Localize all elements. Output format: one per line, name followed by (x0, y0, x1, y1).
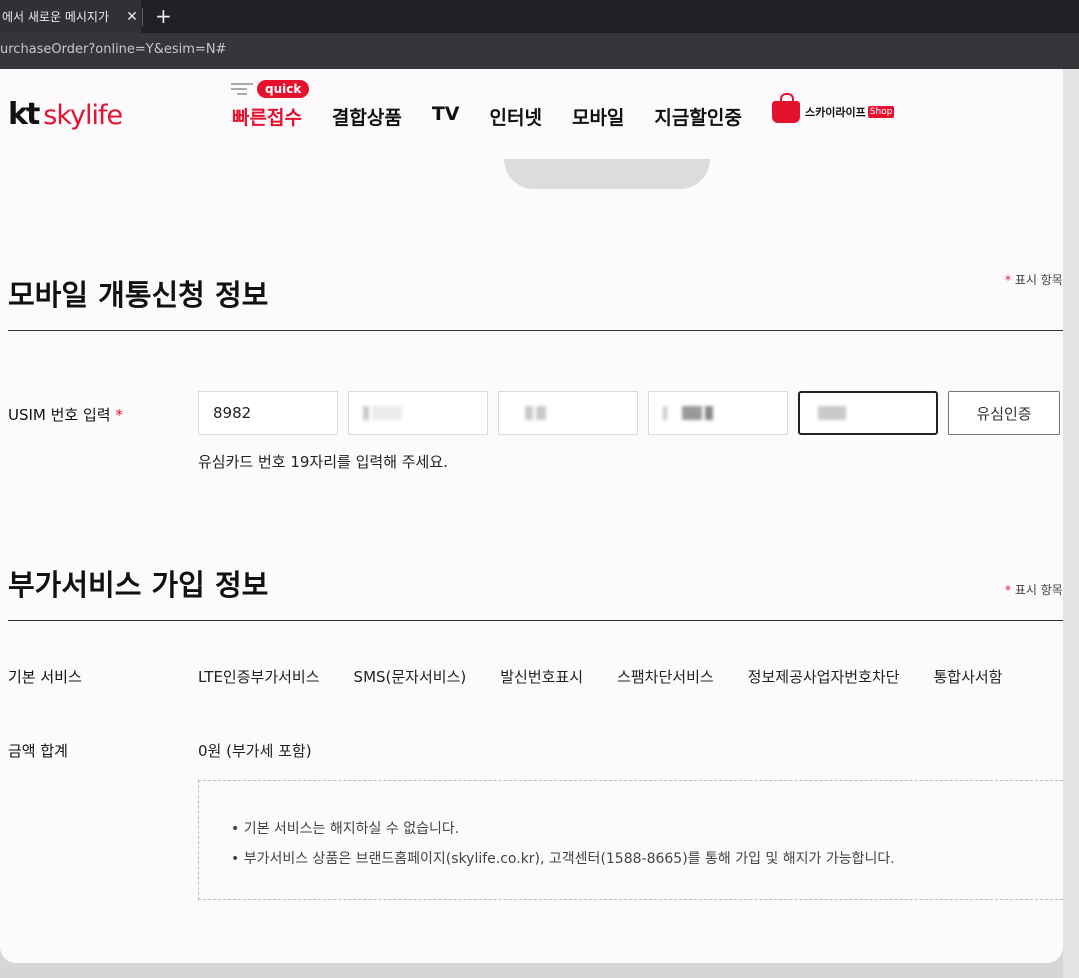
quick-badge: quick (257, 80, 310, 98)
mobile-section-title: 모바일 개통신청 정보 (8, 278, 269, 312)
service-item: SMS(문자서비스) (353, 668, 467, 686)
service-item: 스팸차단서비스 (617, 668, 714, 686)
page-content: kt skylife quick 빠른접수 결합상품 TV 인터넷 모바일 지금할… (0, 69, 1063, 963)
logo-kt-text: kt (8, 97, 40, 132)
skylife-shop-link[interactable]: 스카이라이프 Shop (772, 93, 895, 123)
section-divider (8, 330, 1063, 331)
service-item: 통합사서함 (933, 668, 1003, 686)
usim-verify-button[interactable]: 유심인증 (948, 391, 1060, 435)
usim-input-2[interactable] (348, 391, 488, 435)
section-divider (8, 620, 1063, 621)
nav-item-internet[interactable]: 인터넷 (490, 103, 542, 130)
basic-service-list: LTE인증부가서비스 SMS(문자서비스) 발신번호표시 스팸차단서비스 정보제… (198, 666, 1037, 687)
basic-service-label: 기본 서비스 (8, 668, 82, 686)
usim-input-4[interactable] (648, 391, 788, 435)
browser-tab-bar: 에서 새로운 메시지가 ✕ + (0, 0, 1079, 33)
shop-tag: Shop (867, 106, 895, 118)
usim-hint: 유심카드 번호 19자리를 입력해 주세요. (198, 453, 448, 471)
nav-item-tv[interactable]: TV (432, 103, 460, 130)
required-note: * 표시 항목은 (1005, 583, 1063, 597)
address-bar[interactable]: urchaseOrder?online=Y&esim=N# (0, 33, 1079, 69)
scrollbar-gutter (1063, 69, 1079, 978)
total-label: 금액 합계 (8, 742, 68, 760)
usim-label: USIM 번호 입력 * (8, 406, 123, 424)
total-value: 0원 (부가세 포함) (198, 742, 312, 760)
service-item: LTE인증부가서비스 (198, 668, 320, 686)
usim-input-1[interactable]: 8982 (198, 391, 338, 435)
logo-skylife-text: skylife (43, 100, 123, 131)
notice-box: • 기본 서비스는 해지하실 수 없습니다. • 부가서비스 상품은 브랜드홈페… (198, 780, 1063, 900)
nav-item-quick-apply[interactable]: quick 빠른접수 (231, 80, 310, 130)
nav-item-mobile[interactable]: 모바일 (572, 103, 624, 130)
usim-input-5[interactable] (798, 391, 938, 435)
notice-line: • 기본 서비스는 해지하실 수 없습니다. (231, 821, 460, 837)
close-icon[interactable]: ✕ (123, 9, 141, 25)
shopping-bag-icon (772, 93, 800, 123)
url-text[interactable]: urchaseOrder?online=Y&esim=N# (0, 42, 226, 57)
step-indicator-tab (504, 159, 710, 189)
nav-item-discount[interactable]: 지금할인중 (654, 103, 741, 130)
main-nav: quick 빠른접수 결합상품 TV 인터넷 모바일 지금할인중 (231, 80, 772, 130)
kt-skylife-logo[interactable]: kt skylife (8, 97, 123, 132)
speed-lines-icon (231, 83, 253, 98)
nav-label: 빠른접수 (232, 107, 302, 129)
nav-item-bundle[interactable]: 결합상품 (332, 103, 402, 130)
tab-title: 에서 새로운 메시지가 (2, 10, 109, 24)
new-tab-icon[interactable]: + (155, 4, 172, 28)
service-item: 정보제공사업자번호차단 (747, 668, 900, 686)
addon-section-title: 부가서비스 가입 정보 (8, 568, 269, 602)
notice-line: • 부가서비스 상품은 브랜드홈페이지(skylife.co.kr), 고객센터… (231, 851, 895, 867)
usim-input-3[interactable] (498, 391, 638, 435)
shop-label: 스카이라이프 (805, 106, 866, 119)
tab-divider (142, 8, 143, 26)
required-note: * 표시 항목은 (1005, 273, 1063, 287)
browser-tab[interactable]: 에서 새로운 메시지가 ✕ (0, 0, 141, 33)
service-item: 발신번호표시 (500, 668, 584, 686)
